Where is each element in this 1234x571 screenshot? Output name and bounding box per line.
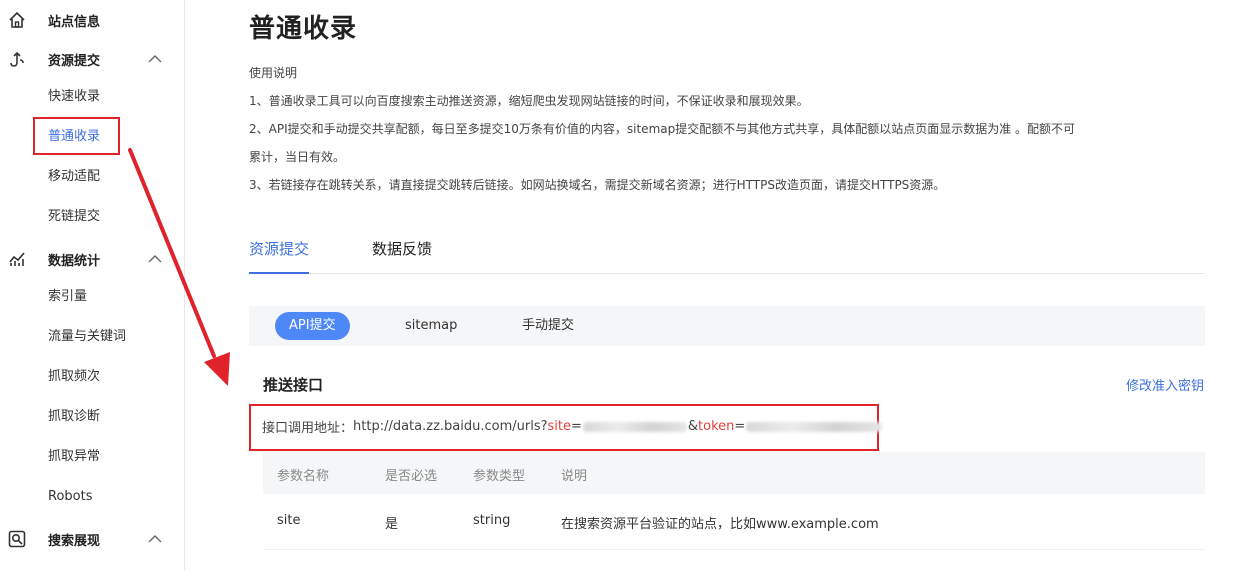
sidebar-group-label: 资源提交 [48, 53, 101, 69]
redacted-site-value [582, 421, 687, 432]
home-icon [9, 11, 25, 28]
table-row: site 是 string 在搜索资源平台验证的站点，比如www.example… [263, 494, 1205, 550]
usage-line: 1、普通收录工具可以向百度搜索主动推送资源，缩短爬虫发现网站链接的时间，不保证收… [249, 94, 809, 108]
tab-resource-submit[interactable]: 资源提交 [249, 238, 310, 274]
equals-sign: = [571, 419, 582, 434]
sidebar-item-crawl-diagnosis[interactable]: 抓取诊断 [48, 405, 100, 429]
usage-line: 3、若链接存在跳转关系，请直接提交跳转后链接。如网站换域名，需提交新域名资源；进… [249, 178, 946, 192]
tab-data-feedback[interactable]: 数据反馈 [372, 238, 432, 274]
site-param-key: site [547, 419, 571, 434]
sidebar-group-resource-submit[interactable]: 资源提交 [0, 39, 184, 79]
column-header: 参数类型 [473, 469, 526, 484]
sidebar-item-label: 站点信息 [48, 14, 101, 30]
search-display-icon [8, 530, 26, 548]
tab-sitemap[interactable]: sitemap [391, 312, 471, 340]
equals-sign: = [734, 419, 746, 434]
section-title-push-api: 推送接口 [263, 376, 324, 394]
column-header: 说明 [561, 469, 588, 484]
chart-stats-icon [9, 252, 25, 266]
sidebar-group-label: 搜索展现 [48, 533, 101, 549]
sidebar-item-robots[interactable]: Robots [48, 485, 92, 509]
tab-manual-submit[interactable]: 手动提交 [508, 312, 588, 340]
ampersand: & [687, 419, 699, 434]
api-url-base: http://data.zz.baidu.com/urls? [353, 419, 548, 434]
edit-access-key-link[interactable]: 修改准入密钥 [1126, 375, 1204, 394]
sidebar-group-search-display[interactable]: 搜索展现 [0, 519, 184, 559]
sidebar-group-label: 数据统计 [48, 253, 101, 269]
column-header: 参数名称 [277, 469, 330, 484]
sidebar-group-data-stats[interactable]: 数据统计 [0, 239, 184, 279]
table-cell: 是 [385, 517, 399, 532]
column-header: 是否必选 [385, 469, 438, 484]
redacted-token-value [746, 421, 883, 432]
main-tabs: 资源提交 数据反馈 [249, 232, 1205, 274]
table-header: 参数名称 是否必选 参数类型 说明 [263, 452, 1205, 494]
sidebar: 站点信息 资源提交 快速收录 普通收录 移动适配 死链提交 数据统计 索引量 流… [0, 0, 185, 571]
sidebar-item-index-volume[interactable]: 索引量 [48, 285, 87, 309]
submit-hook-icon [10, 51, 24, 67]
usage-title: 使用说明 [249, 66, 298, 80]
sidebar-item-traffic-keywords[interactable]: 流量与关键词 [48, 325, 126, 349]
api-url-label: 接口调用地址： [262, 421, 354, 436]
chevron-up-icon[interactable] [148, 254, 162, 264]
highlight-box-sidebar [33, 117, 120, 155]
submit-method-tabs: API提交 sitemap 手动提交 [249, 306, 1205, 346]
sidebar-item-deadlink[interactable]: 死链提交 [48, 205, 100, 229]
chevron-up-icon[interactable] [148, 54, 162, 64]
usage-line: 2、API提交和手动提交共享配额，每日至多提交10万条有价值的内容，sitema… [249, 122, 1076, 136]
sidebar-item-site-info[interactable]: 站点信息 [0, 0, 184, 40]
sidebar-item-crawl-errors[interactable]: 抓取异常 [48, 445, 100, 469]
table-cell: string [473, 513, 511, 528]
sidebar-item-crawl-frequency[interactable]: 抓取频次 [48, 365, 100, 389]
chevron-up-icon[interactable] [148, 534, 162, 544]
token-param-key: token [698, 419, 735, 434]
tab-api-submit[interactable]: API提交 [275, 312, 350, 340]
table-cell: site [277, 513, 301, 528]
sidebar-item-mobile-adapt[interactable]: 移动适配 [48, 165, 100, 189]
sidebar-item-quick-index[interactable]: 快速收录 [48, 85, 100, 109]
usage-line: 累计，当日有效。 [249, 150, 346, 164]
api-url-line: 接口调用地址： http://data.zz.baidu.com/urls? s… [262, 417, 883, 436]
table-cell: 在搜索资源平台验证的站点，比如www.example.com [561, 517, 879, 532]
params-table: 参数名称 是否必选 参数类型 说明 site 是 string 在搜索资源平台验… [263, 452, 1205, 550]
page-title: 普通收录 [249, 14, 358, 44]
